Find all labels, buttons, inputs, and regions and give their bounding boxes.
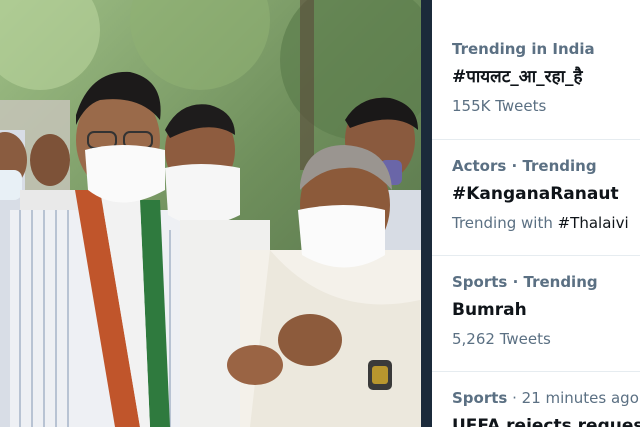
trend-meta: Trending with #Thalaivi (452, 214, 640, 233)
tweet-count: 5,262 Tweets (452, 330, 551, 348)
trend-separator (432, 371, 640, 372)
trend-meta: 5,262 Tweets (452, 330, 640, 349)
trend-name: Bumrah (452, 300, 527, 320)
trend-separator (432, 255, 640, 256)
trend-item-4[interactable]: Sports · 21 minutes ago UEFA rejects req… (432, 389, 640, 427)
tweet-count: 155K Tweets (452, 97, 547, 115)
trend-separator (432, 139, 640, 140)
trending-with-label: Trending with (452, 214, 558, 232)
trend-name: #पायलट_आ_रहा_है (452, 67, 583, 87)
trend-item-1[interactable]: Trending in India #पायलट_आ_रहा_है 155K T… (432, 40, 640, 116)
trend-category: Sports (452, 389, 508, 407)
trend-item-2[interactable]: Actors · Trending #KanganaRanaut Trendin… (432, 157, 640, 233)
trend-name: UEFA rejects request t (452, 416, 640, 427)
trend-context: Actors · Trending (452, 157, 597, 175)
trend-context: Trending in India (452, 40, 595, 58)
trending-with-hashtag-link[interactable]: #Thalaivi (558, 214, 629, 232)
trend-timestamp: · 21 minutes ago (507, 389, 639, 407)
news-photo (0, 0, 421, 427)
trend-context: Sports · 21 minutes ago (452, 389, 640, 408)
panel-divider (421, 0, 432, 427)
trend-context: Sports · Trending (452, 273, 598, 291)
trend-name: #KanganaRanaut (452, 184, 619, 204)
trend-item-3[interactable]: Sports · Trending Bumrah 5,262 Tweets (432, 273, 640, 349)
trend-meta: 155K Tweets (452, 97, 640, 116)
trends-panel: Trending in India #पायलट_आ_रहा_है 155K T… (432, 0, 640, 427)
